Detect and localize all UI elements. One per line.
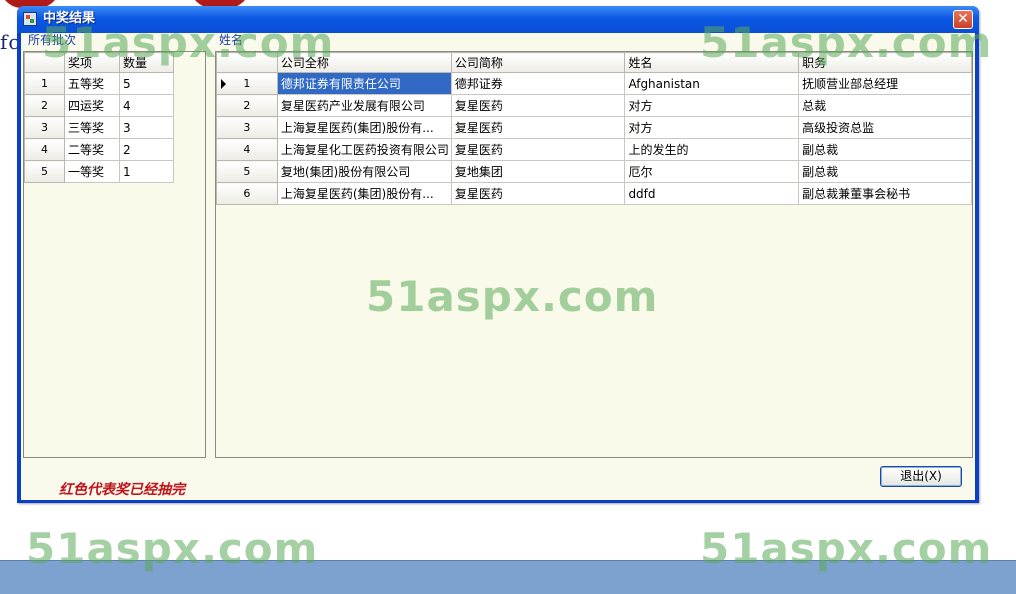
prize-cell[interactable]: 四运奖 (64, 94, 120, 117)
position-cell[interactable]: 高级投资总监 (798, 116, 972, 139)
count-cell[interactable]: 4 (119, 94, 174, 117)
name-cell[interactable]: ddfd (624, 182, 800, 205)
prize-cell[interactable]: 一等奖 (64, 160, 120, 183)
winner-grid-panel: 公司全称 公司简称 姓名 职务 1 德邦证券有限责任公司 德邦证券 Afghanist… (215, 51, 973, 458)
row-number: 5 (243, 165, 251, 178)
company-full-cell[interactable]: 上海复星医药(集团)股份有... (276, 116, 452, 139)
row-header[interactable]: 4 (24, 138, 65, 161)
exit-button[interactable]: 退出(X) (880, 466, 962, 487)
position-cell[interactable]: 副总裁 (798, 138, 972, 161)
count-cell[interactable]: 5 (119, 72, 174, 95)
prize-row[interactable]: 4 二等奖 2 (24, 138, 174, 161)
row-header[interactable]: 3 (216, 116, 278, 139)
count-cell[interactable]: 1 (119, 160, 174, 183)
taskbar (0, 560, 1016, 594)
names-label: 姓名 (219, 33, 244, 47)
result-window: 中奖结果 ✕ 所有批次 姓名 奖项 数量 1 五等奖 5 2 四运奖 4 3 三等奖 3 4 二等奖… (17, 6, 979, 503)
column-header-name[interactable]: 姓名 (624, 52, 800, 73)
winner-row[interactable]: 2 复星医药产业发展有限公司 复星医药 对方 总裁 (216, 94, 972, 117)
row-header[interactable]: 6 (216, 182, 278, 205)
column-header-company-full[interactable]: 公司全称 (276, 52, 452, 73)
prize-row[interactable]: 2 四运奖 4 (24, 94, 174, 117)
position-cell[interactable]: 副总裁 (798, 160, 972, 183)
column-header-count[interactable]: 数量 (119, 52, 174, 73)
prize-grid-corner (24, 52, 65, 73)
company-full-cell[interactable]: 复地(集团)股份有限公司 (276, 160, 452, 183)
winner-row[interactable]: 4 上海复星化工医药投资有限公司 复星医药 上的发生的 副总裁 (216, 138, 972, 161)
winner-grid-corner (216, 52, 278, 73)
count-cell[interactable]: 2 (119, 138, 174, 161)
row-header[interactable]: 1 (216, 72, 278, 95)
row-number: 6 (243, 187, 251, 200)
prize-cell[interactable]: 三等奖 (64, 116, 120, 139)
name-cell[interactable]: 厄尔 (624, 160, 800, 183)
winner-row[interactable]: 5 复地(集团)股份有限公司 复地集团 厄尔 副总裁 (216, 160, 972, 183)
prize-row[interactable]: 5 一等奖 1 (24, 160, 174, 183)
name-cell[interactable]: 上的发生的 (624, 138, 800, 161)
row-number: 2 (243, 99, 251, 112)
row-header[interactable]: 2 (24, 94, 65, 117)
close-icon: ✕ (957, 11, 969, 27)
position-cell[interactable]: 总裁 (798, 94, 972, 117)
row-number: 4 (243, 143, 251, 156)
column-header-position[interactable]: 职务 (798, 52, 972, 73)
prize-row[interactable]: 1 五等奖 5 (24, 72, 174, 95)
company-short-cell[interactable]: 德邦证券 (450, 72, 626, 95)
company-full-cell[interactable]: 德邦证券有限责任公司 (276, 72, 452, 95)
row-header[interactable]: 2 (216, 94, 278, 117)
prize-row[interactable]: 3 三等奖 3 (24, 116, 174, 139)
prize-cell[interactable]: 二等奖 (64, 138, 120, 161)
column-header-prize[interactable]: 奖项 (64, 52, 120, 73)
prize-grid-panel: 奖项 数量 1 五等奖 5 2 四运奖 4 3 三等奖 3 4 二等奖 2 5 一等奖 1 (23, 51, 206, 458)
completion-note: 红色代表奖已经抽完 (59, 482, 185, 498)
prize-grid: 奖项 数量 1 五等奖 5 2 四运奖 4 3 三等奖 3 4 二等奖 2 5 一等奖 1 (24, 52, 174, 183)
prize-cell[interactable]: 五等奖 (64, 72, 120, 95)
company-full-cell[interactable]: 复星医药产业发展有限公司 (276, 94, 452, 117)
client-area: 所有批次 姓名 奖项 数量 1 五等奖 5 2 四运奖 4 3 三等奖 3 4 二等奖 2 5 一等奖 1 (21, 33, 975, 500)
count-cell[interactable]: 3 (119, 116, 174, 139)
position-cell[interactable]: 抚顺营业部总经理 (798, 72, 972, 95)
company-short-cell[interactable]: 复星医药 (450, 182, 626, 205)
row-header[interactable]: 3 (24, 116, 65, 139)
company-short-cell[interactable]: 复星医药 (450, 116, 626, 139)
name-cell[interactable]: 对方 (624, 116, 800, 139)
position-cell[interactable]: 副总裁兼董事会秘书 (798, 182, 972, 205)
name-cell[interactable]: 对方 (624, 94, 800, 117)
company-short-cell[interactable]: 复地集团 (450, 160, 626, 183)
title-bar[interactable]: 中奖结果 ✕ (17, 6, 979, 33)
row-number: 1 (243, 77, 251, 90)
window-title: 中奖结果 (43, 11, 96, 26)
close-button[interactable]: ✕ (953, 10, 973, 29)
company-full-cell[interactable]: 上海复星化工医药投资有限公司 (276, 138, 452, 161)
app-icon (23, 12, 37, 26)
row-header[interactable]: 5 (216, 160, 278, 183)
current-row-arrow-icon (221, 79, 226, 89)
name-cell[interactable]: Afghanistan (624, 72, 800, 95)
winner-grid: 公司全称 公司简称 姓名 职务 1 德邦证券有限责任公司 德邦证券 Afghanist… (216, 52, 972, 205)
row-number: 3 (243, 121, 251, 134)
company-short-cell[interactable]: 复星医药 (450, 94, 626, 117)
winner-row[interactable]: 3 上海复星医药(集团)股份有... 复星医药 对方 高级投资总监 (216, 116, 972, 139)
winner-row[interactable]: 1 德邦证券有限责任公司 德邦证券 Afghanistan 抚顺营业部总经理 (216, 72, 972, 95)
row-header[interactable]: 4 (216, 138, 278, 161)
company-short-cell[interactable]: 复星医药 (450, 138, 626, 161)
row-header[interactable]: 1 (24, 72, 65, 95)
batches-label: 所有批次 (28, 33, 77, 47)
company-full-cell[interactable]: 上海复星医药(集团)股份有... (276, 182, 452, 205)
row-header[interactable]: 5 (24, 160, 65, 183)
column-header-company-short[interactable]: 公司简称 (450, 52, 626, 73)
winner-row[interactable]: 6 上海复星医药(集团)股份有... 复星医药 ddfd 副总裁兼董事会秘书 (216, 182, 972, 205)
